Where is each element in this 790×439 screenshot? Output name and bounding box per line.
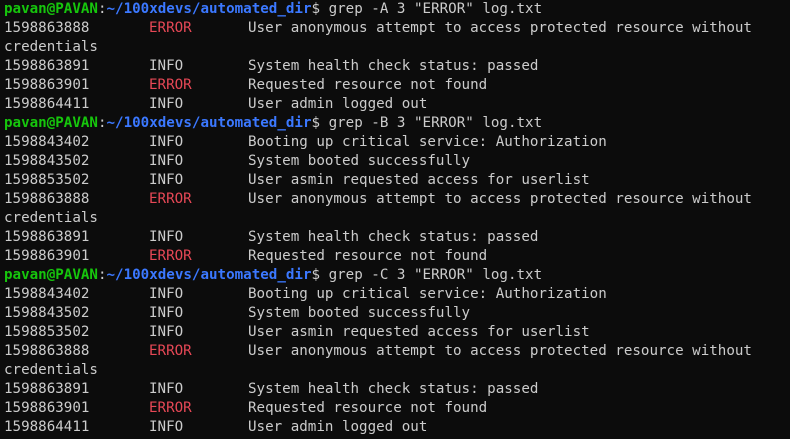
log-message: Requested resource not found — [248, 77, 488, 93]
prompt-line: pavan@PAVAN:~/100xdevs/automated_dir$ gr… — [4, 114, 790, 133]
log-message: System health check status: passed — [248, 58, 539, 74]
log-message: User admin logged out — [248, 96, 428, 112]
log-timestamp: 1598843402 — [4, 286, 90, 302]
log-wrap-line: credentials — [4, 209, 790, 228]
log-message: User asmin requested access for userlist — [248, 172, 590, 188]
log-message-wrap: credentials — [4, 362, 98, 378]
log-level: INFO — [149, 419, 184, 435]
log-message: Requested resource not found — [248, 248, 488, 264]
log-timestamp: 1598863901 — [4, 400, 90, 416]
log-timestamp: 1598863891 — [4, 58, 90, 74]
log-message: System booted successfully — [248, 153, 471, 169]
prompt-line: pavan@PAVAN:~/100xdevs/automated_dir$ gr… — [4, 0, 790, 19]
log-timestamp: 1598863888 — [4, 20, 90, 36]
prompt-colon: : — [97, 115, 107, 131]
log-level: INFO — [149, 96, 184, 112]
log-timestamp: 1598843402 — [4, 134, 90, 150]
log-row: 1598843402 INFO Booting up critical servic… — [4, 133, 790, 152]
log-message: System health check status: passed — [248, 381, 539, 397]
log-level: INFO — [149, 324, 184, 340]
log-message: Booting up critical service: Authorizati… — [248, 134, 607, 150]
prompt-user-host: pavan@PAVAN — [4, 1, 98, 17]
prompt-dollar: $ — [311, 115, 321, 131]
log-timestamp: 1598863901 — [4, 248, 90, 264]
log-level: ERROR — [149, 343, 192, 359]
log-timestamp: 1598843502 — [4, 153, 90, 169]
log-row: 1598863891 INFO System health check status… — [4, 57, 790, 76]
log-row: 1598864411 INFO User admin logged out — [4, 95, 790, 114]
log-level: INFO — [149, 286, 184, 302]
prompt-path: ~/100xdevs/automated_dir — [106, 115, 312, 131]
log-level: ERROR — [149, 248, 192, 264]
log-level: ERROR — [149, 20, 192, 36]
prompt-colon: : — [97, 1, 107, 17]
log-row: 1598863891 INFO System health check status… — [4, 380, 790, 399]
log-wrap-line: credentials — [4, 38, 790, 57]
log-level: ERROR — [149, 400, 192, 416]
log-level: INFO — [149, 381, 184, 397]
log-timestamp: 1598853502 — [4, 324, 90, 340]
prompt-dollar: $ — [311, 1, 321, 17]
prompt-path: ~/100xdevs/automated_dir — [106, 1, 312, 17]
log-level: INFO — [149, 58, 184, 74]
log-message: Requested resource not found — [248, 400, 488, 416]
log-timestamp: 1598863891 — [4, 381, 90, 397]
log-row: 1598863888 ERROR User anonymous attempt to… — [4, 190, 790, 209]
log-timestamp: 1598863888 — [4, 343, 90, 359]
prompt-user-host: pavan@PAVAN — [4, 267, 98, 283]
log-timestamp: 1598853502 — [4, 172, 90, 188]
log-timestamp: 1598863888 — [4, 191, 90, 207]
log-level: ERROR — [149, 77, 192, 93]
prompt-line: pavan@PAVAN:~/100xdevs/automated_dir$ gr… — [4, 266, 790, 285]
log-message: System health check status: passed — [248, 229, 539, 245]
log-message: User anonymous attempt to access protect… — [248, 343, 752, 359]
log-message: User asmin requested access for userlist — [248, 324, 590, 340]
prompt-colon: : — [97, 267, 107, 283]
command-text: grep -A 3 "ERROR" log.txt — [320, 1, 543, 17]
log-row: 1598843502 INFO System booted successfully — [4, 152, 790, 171]
log-message: System booted successfully — [248, 305, 471, 321]
log-level: INFO — [149, 153, 184, 169]
log-row: 1598853502 INFO User asmin requested acces… — [4, 171, 790, 190]
log-row: 1598853502 INFO User asmin requested acces… — [4, 323, 790, 342]
terminal-output[interactable]: pavan@PAVAN:~/100xdevs/automated_dir$ gr… — [0, 0, 790, 439]
log-level: INFO — [149, 172, 184, 188]
log-timestamp: 1598843502 — [4, 305, 90, 321]
log-row: 1598863891 INFO System health check status… — [4, 228, 790, 247]
log-level: ERROR — [149, 191, 192, 207]
log-row: 1598863901 ERROR Requested resource not fo… — [4, 76, 790, 95]
command-text: grep -B 3 "ERROR" log.txt — [320, 115, 543, 131]
log-message: User anonymous attempt to access protect… — [248, 20, 752, 36]
log-timestamp: 1598864411 — [4, 96, 90, 112]
log-message: User anonymous attempt to access protect… — [248, 191, 752, 207]
prompt-user-host: pavan@PAVAN — [4, 115, 98, 131]
log-row: 1598843402 INFO Booting up critical servic… — [4, 285, 790, 304]
log-message: Booting up critical service: Authorizati… — [248, 286, 607, 302]
log-message: User admin logged out — [248, 419, 428, 435]
command-text: grep -C 3 "ERROR" log.txt — [320, 267, 543, 283]
log-timestamp: 1598863891 — [4, 229, 90, 245]
log-level: INFO — [149, 305, 184, 321]
log-message-wrap: credentials — [4, 39, 98, 55]
log-row: 1598864411 INFO User admin logged out — [4, 418, 790, 437]
log-timestamp: 1598863901 — [4, 77, 90, 93]
log-message-wrap: credentials — [4, 210, 98, 226]
log-row: 1598843502 INFO System booted successfully — [4, 304, 790, 323]
prompt-path: ~/100xdevs/automated_dir — [106, 267, 312, 283]
prompt-dollar: $ — [311, 267, 321, 283]
log-wrap-line: credentials — [4, 361, 790, 380]
log-timestamp: 1598864411 — [4, 419, 90, 435]
log-row: 1598863901 ERROR Requested resource not fo… — [4, 247, 790, 266]
log-level: INFO — [149, 134, 184, 150]
log-row: 1598863888 ERROR User anonymous attempt to… — [4, 342, 790, 361]
log-row: 1598863888 ERROR User anonymous attempt to… — [4, 19, 790, 38]
log-row: 1598863901 ERROR Requested resource not fo… — [4, 399, 790, 418]
log-level: INFO — [149, 229, 184, 245]
